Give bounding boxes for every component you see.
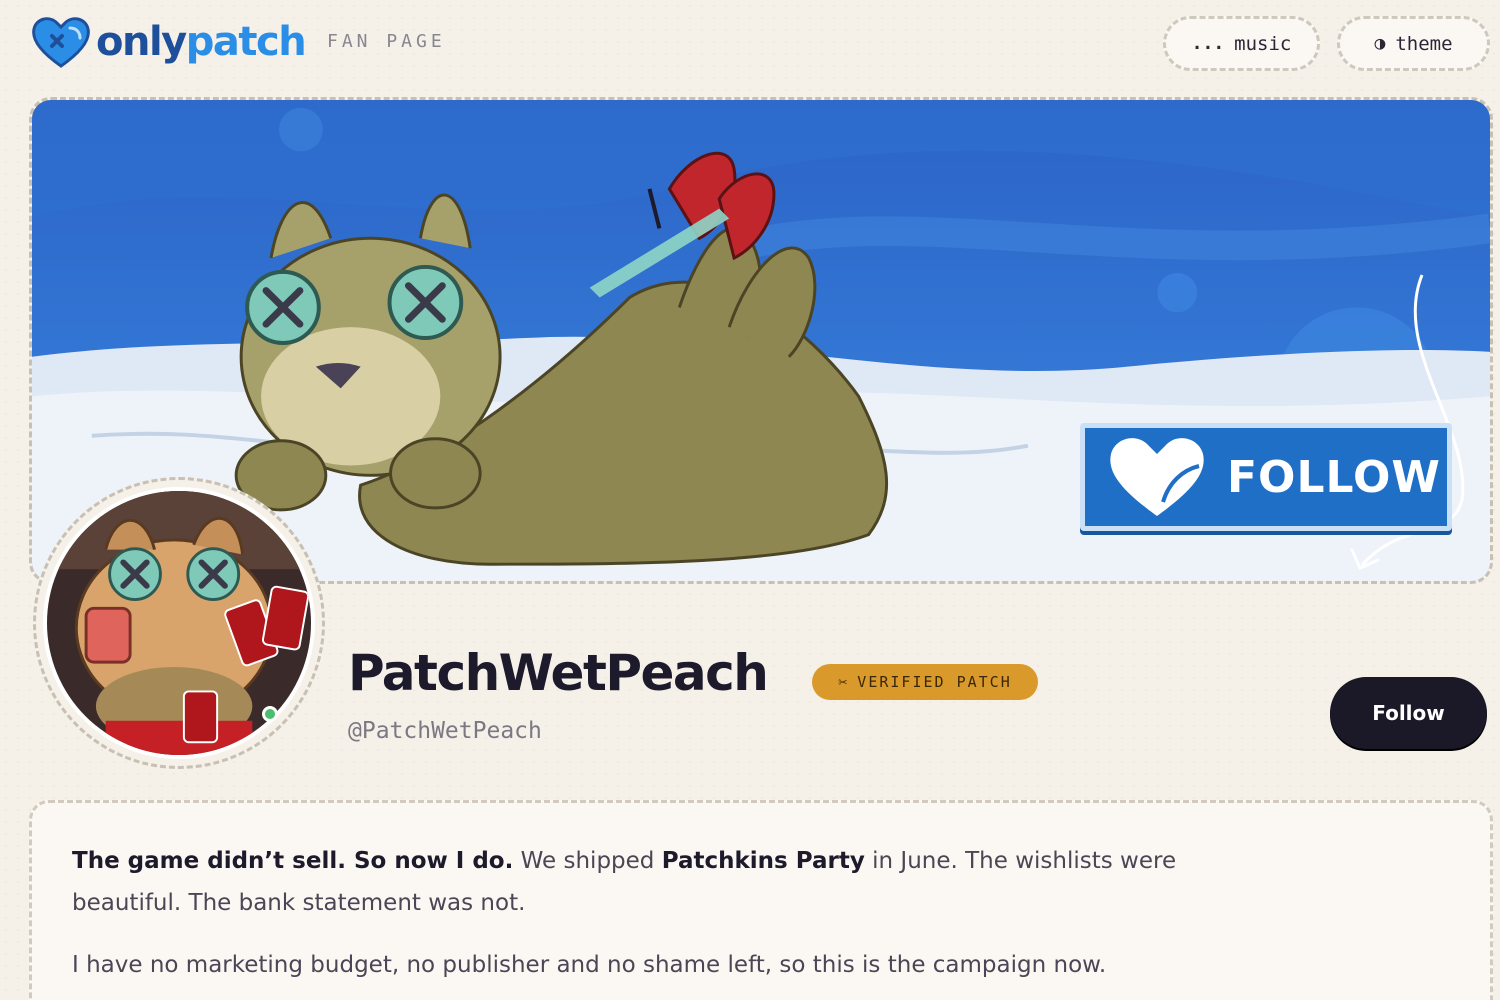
top-bar: onlypatch FAN PAGE ... music ◑ theme bbox=[0, 0, 1500, 90]
verified-badge-label: VERIFIED PATCH bbox=[857, 673, 1012, 691]
heart-follow-icon bbox=[1110, 438, 1204, 516]
bio-text-segment: We shipped bbox=[513, 848, 662, 874]
follow-button[interactable]: Follow bbox=[1330, 677, 1487, 749]
profile-handle: @PatchWetPeach bbox=[348, 718, 542, 744]
theme-half-circle-icon: ◑ bbox=[1374, 33, 1386, 54]
bio-paragraph-2: I have no marketing budget, no publisher… bbox=[72, 952, 1107, 978]
music-toggle-button[interactable]: ... music bbox=[1163, 16, 1320, 71]
site-logo[interactable]: onlypatch bbox=[30, 14, 307, 70]
music-dots-icon: ... bbox=[1191, 33, 1225, 54]
online-status-dot bbox=[262, 706, 278, 722]
logo-word-patch: patch bbox=[185, 19, 307, 65]
logo-wordmark: onlypatch bbox=[96, 19, 307, 65]
profile-display-name: PatchWetPeach bbox=[348, 644, 769, 702]
logo-word-only: only bbox=[96, 19, 187, 65]
music-label: music bbox=[1234, 32, 1292, 55]
scissors-icon: ✂ bbox=[838, 673, 850, 691]
bio-headline: The game didn’t sell. So now I do. bbox=[72, 848, 514, 874]
fan-page-tag: FAN PAGE bbox=[327, 31, 446, 52]
theme-toggle-button[interactable]: ◑ theme bbox=[1337, 16, 1490, 71]
banner-follow-button[interactable]: FOLLOW bbox=[1080, 423, 1452, 531]
verified-badge: ✂ VERIFIED PATCH bbox=[812, 664, 1038, 700]
bio-game-title: Patchkins Party bbox=[661, 848, 865, 874]
heart-logo-icon bbox=[32, 17, 90, 68]
bio-text: The game didn’t sell. So now I do. We sh… bbox=[72, 840, 1222, 1000]
bio-paragraph-1: The game didn’t sell. So now I do. We sh… bbox=[72, 840, 1222, 924]
profile-avatar[interactable] bbox=[33, 477, 325, 769]
theme-label: theme bbox=[1395, 32, 1453, 55]
banner-follow-label: FOLLOW bbox=[1227, 451, 1441, 503]
